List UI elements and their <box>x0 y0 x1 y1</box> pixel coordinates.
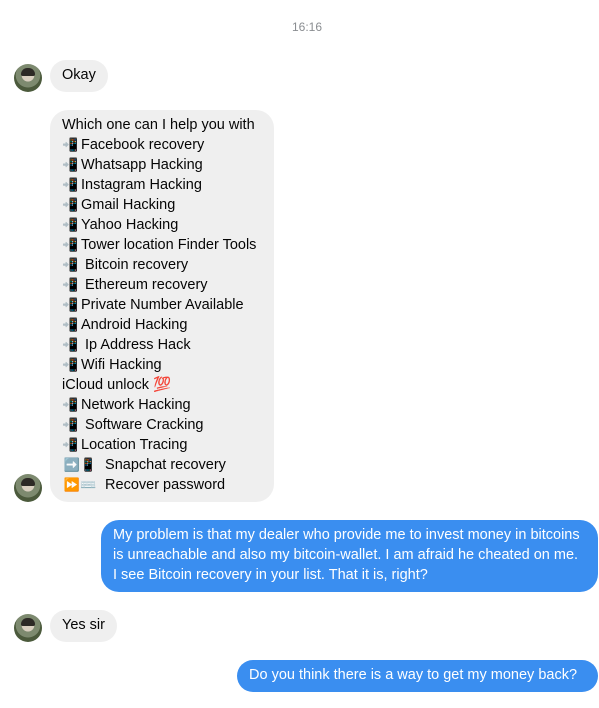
list-line-text: Yahoo Hacking <box>81 217 179 233</box>
incoming-message[interactable]: Which one can I help you with 📲 Facebook r… <box>50 110 274 502</box>
contact-avatar[interactable] <box>14 474 42 502</box>
phone-arrow-icon: ➡️📱 <box>63 457 97 472</box>
phone-arrow-icon: 📲 <box>62 337 79 352</box>
list-line: 📲 Ip Address Hack <box>62 335 262 355</box>
list-line-text: Bitcoin recovery <box>81 257 189 273</box>
message-text: Okay <box>62 67 96 83</box>
outgoing-message[interactable]: Do you think there is a way to get my mo… <box>237 660 598 692</box>
list-line: 📲 Whatsapp Hacking <box>62 155 262 175</box>
list-line-text: Android Hacking <box>81 317 188 333</box>
phone-arrow-icon: 📲 <box>62 177 79 192</box>
list-line: 📲 Gmail Hacking <box>62 195 262 215</box>
contact-avatar[interactable] <box>14 64 42 92</box>
list-line: 📲 Ethereum recovery <box>62 275 262 295</box>
list-line-text: Private Number Available <box>81 297 244 313</box>
list-line: 📲 Instagram Hacking <box>62 175 262 195</box>
list-line-text: Gmail Hacking <box>81 197 176 213</box>
list-line: 📲 Tower location Finder Tools <box>62 235 262 255</box>
list-line: 📲 Private Number Available <box>62 295 262 315</box>
outgoing-message[interactable]: My problem is that my dealer who provide… <box>101 520 598 592</box>
list-line: ➡️📱 Snapchat recovery <box>62 455 262 475</box>
list-line: 📲 Software Cracking <box>62 415 262 435</box>
list-line-text: Facebook recovery <box>81 137 205 153</box>
list-line-text: Whatsapp Hacking <box>81 157 203 173</box>
message-text: My problem is that my dealer who provide… <box>113 527 580 583</box>
phone-arrow-icon: 📲 <box>62 237 79 252</box>
phone-arrow-icon: 📲 <box>62 357 79 372</box>
message-text: Do you think there is a way to get my mo… <box>249 667 578 683</box>
list-line: 📲 Yahoo Hacking <box>62 215 262 235</box>
phone-arrow-icon: 📲 <box>62 397 79 412</box>
list-line-text: Ethereum recovery <box>81 277 208 293</box>
list-line: 📲 Wifi Hacking <box>62 355 262 375</box>
phone-arrow-icon: 📲 <box>62 437 79 452</box>
list-line: 📲 Network Hacking <box>62 395 262 415</box>
phone-arrow-icon: 📲 <box>62 317 79 332</box>
list-line-text: Instagram Hacking <box>81 177 202 193</box>
phone-arrow-icon: 📲 <box>62 417 79 432</box>
contact-avatar[interactable] <box>14 614 42 642</box>
list-line-text: Ip Address Hack <box>81 337 191 353</box>
list-line-text: Recover password <box>101 477 226 493</box>
list-line-text: Which one can I help you with <box>62 117 255 133</box>
phone-arrow-icon: 📲 <box>62 277 79 292</box>
list-line-text: Wifi Hacking <box>81 357 162 373</box>
list-line: iCloud unlock 💯 <box>62 375 262 395</box>
phone-arrow-icon: 📲 <box>62 157 79 172</box>
list-line-text: Snapchat recovery <box>101 457 226 473</box>
list-line: 📲 Android Hacking <box>62 315 262 335</box>
timestamp: 16:16 <box>291 20 323 34</box>
list-line: 📲 Location Tracing <box>62 435 262 455</box>
list-line-text: Tower location Finder Tools <box>81 237 257 253</box>
list-line-text: iCloud unlock 💯 <box>62 377 172 393</box>
list-line: 📲 Bitcoin recovery <box>62 255 262 275</box>
list-line-text: Network Hacking <box>81 397 191 413</box>
phone-arrow-icon: 📲 <box>62 137 79 152</box>
incoming-message[interactable]: Yes sir <box>50 610 117 642</box>
list-line: ⏩⌨️ Recover password <box>62 475 262 495</box>
message-text: Yes sir <box>62 617 105 633</box>
list-line-text: Location Tracing <box>81 437 188 453</box>
list-line-text: Software Cracking <box>81 417 204 433</box>
list-line: 📲 Facebook recovery <box>62 135 262 155</box>
phone-arrow-icon: 📲 <box>62 257 79 272</box>
phone-arrow-icon: 📲 <box>62 217 79 232</box>
phone-arrow-icon: ⏩⌨️ <box>63 477 97 492</box>
list-line: Which one can I help you with <box>62 115 262 135</box>
incoming-message[interactable]: Okay <box>50 60 108 92</box>
phone-arrow-icon: 📲 <box>62 197 79 212</box>
phone-arrow-icon: 📲 <box>62 297 79 312</box>
